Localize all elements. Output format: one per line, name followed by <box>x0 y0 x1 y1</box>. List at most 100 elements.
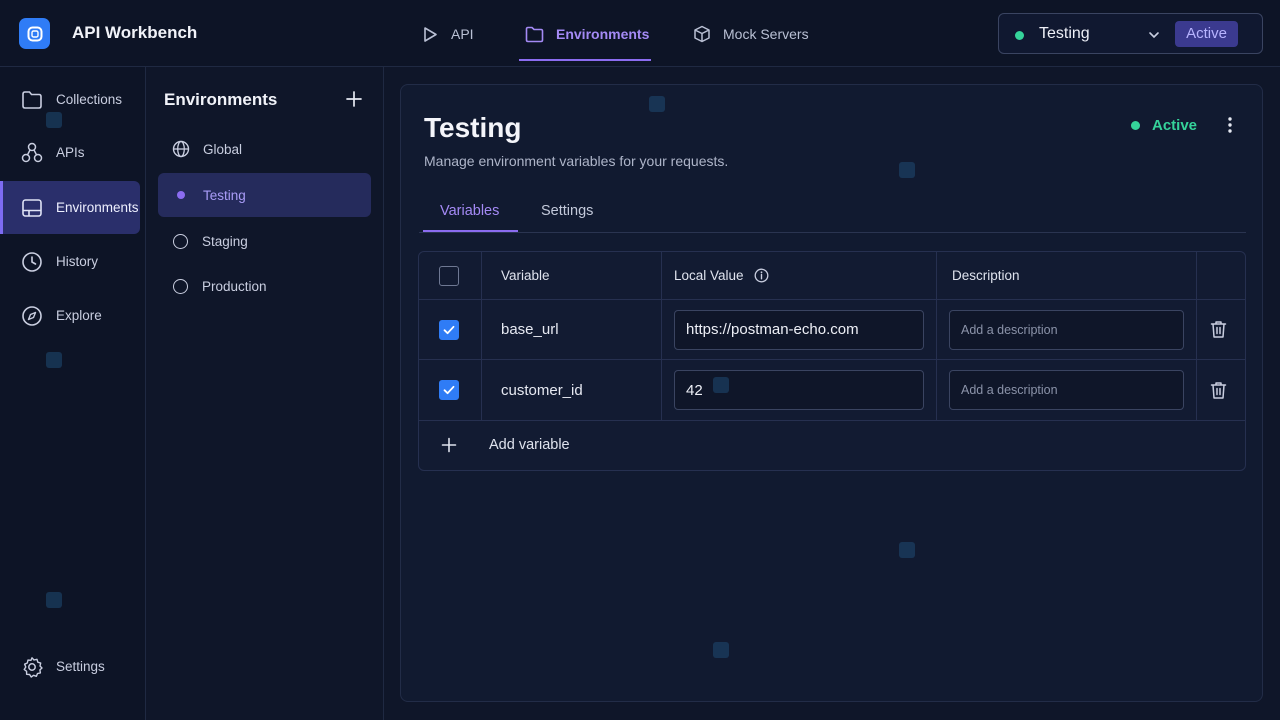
status-badge: Active <box>1175 21 1238 47</box>
topnav-active-indicator <box>519 59 651 61</box>
topnav-api-label: API <box>451 26 474 42</box>
column-divider <box>936 252 937 299</box>
tab-settings[interactable]: Settings <box>541 203 593 219</box>
rail-item-apis[interactable]: APIs <box>0 126 140 179</box>
clock-icon <box>21 251 43 273</box>
local-value-input[interactable]: 42 <box>674 370 924 410</box>
column-divider <box>481 252 482 299</box>
column-divider <box>661 300 662 359</box>
local-value-input[interactable]: https://postman-echo.com <box>674 309 924 350</box>
description-input[interactable]: Add a description <box>949 309 1184 350</box>
header-description: Description <box>952 268 1020 283</box>
watermark-icon <box>649 96 665 112</box>
variable-name[interactable]: customer_id <box>501 360 583 420</box>
row-checkbox[interactable] <box>439 380 459 400</box>
topnav-environments-label: Environments <box>556 26 650 42</box>
environment-status-label: Active <box>1152 117 1198 134</box>
column-divider <box>481 300 482 359</box>
environment-switcher[interactable]: Testing Active <box>998 13 1263 54</box>
rail-item-label: Collections <box>56 92 123 107</box>
rail-item-label: Environments <box>56 200 139 215</box>
watermark-icon <box>713 642 729 658</box>
rail-item-label: APIs <box>56 145 85 160</box>
environments-panel-title: Environments <box>164 90 278 109</box>
folder-icon <box>525 26 544 43</box>
watermark-icon <box>46 592 62 608</box>
more-options-icon[interactable] <box>1221 115 1239 135</box>
topnav-mock-servers-label: Mock Servers <box>723 26 809 42</box>
environment-item-production[interactable]: Production <box>158 264 371 308</box>
topnav-mock-servers[interactable]: Mock Servers <box>693 20 809 48</box>
status-dot-icon <box>1131 121 1140 130</box>
environment-detail-card: Testing Manage environment variables for… <box>400 84 1263 702</box>
variable-name[interactable]: base_url <box>501 300 559 359</box>
environment-item-label: Global <box>203 141 243 157</box>
rail-item-label: Explore <box>56 308 102 323</box>
monitor-icon <box>21 198 43 218</box>
column-divider <box>481 360 482 420</box>
column-divider <box>936 300 937 359</box>
tab-bar: Variables Settings <box>419 193 1246 233</box>
rail-item-label: Settings <box>56 659 105 674</box>
status-dot-icon <box>1015 31 1024 40</box>
environment-item-label: Staging <box>202 233 248 249</box>
top-bar: API Workbench API Environments Mock Serv… <box>0 0 1280 67</box>
rail-item-history[interactable]: History <box>0 235 140 288</box>
environment-item-label: Production <box>202 278 267 294</box>
app-logo-icon[interactable] <box>19 18 50 49</box>
folder-icon <box>21 90 43 110</box>
compass-icon <box>21 305 43 327</box>
rail-item-environments[interactable]: Environments <box>0 181 140 234</box>
check-icon <box>443 325 455 334</box>
tab-variables[interactable]: Variables <box>440 203 499 219</box>
apis-icon <box>21 142 43 164</box>
add-variable-button[interactable]: Add variable <box>441 437 570 453</box>
description-input[interactable]: Add a description <box>949 370 1184 410</box>
column-divider <box>661 360 662 420</box>
environment-item-staging[interactable]: Staging <box>158 219 371 263</box>
header-local-value: Local Value <box>674 252 769 299</box>
check-icon <box>443 385 455 395</box>
topnav-api[interactable]: API <box>422 20 474 48</box>
rail-item-explore[interactable]: Explore <box>0 289 140 342</box>
watermark-icon <box>899 162 915 178</box>
gear-icon <box>21 656 43 678</box>
app-title: API Workbench <box>72 23 198 42</box>
environment-item-testing[interactable]: Testing <box>158 173 371 217</box>
add-environment-icon[interactable] <box>345 90 363 108</box>
rail-item-collections[interactable]: Collections <box>0 73 140 126</box>
page-title: Testing <box>424 112 522 143</box>
watermark-icon <box>46 352 62 368</box>
watermark-icon <box>899 542 915 558</box>
trash-icon[interactable] <box>1210 320 1227 339</box>
environments-panel: Environments Global Testing Staging Prod… <box>146 67 384 720</box>
row-checkbox[interactable] <box>439 319 459 340</box>
tab-active-indicator <box>423 230 518 232</box>
rail-item-settings[interactable]: Settings <box>0 640 140 693</box>
environment-item-global[interactable]: Global <box>158 127 371 171</box>
variables-table: Variable Local Value Description base_ur… <box>418 251 1246 471</box>
topnav-environments[interactable]: Environments <box>525 20 649 48</box>
cube-icon <box>693 25 711 43</box>
header-variable: Variable <box>501 268 550 283</box>
globe-icon <box>172 140 190 158</box>
column-divider <box>1196 300 1197 359</box>
column-divider <box>936 360 937 420</box>
select-all-checkbox[interactable] <box>439 265 459 286</box>
column-divider <box>661 252 662 299</box>
dot-icon <box>177 191 185 199</box>
info-icon[interactable] <box>754 268 769 283</box>
trash-icon[interactable] <box>1210 381 1227 400</box>
column-divider <box>1196 252 1197 299</box>
header-local-value-label: Local Value <box>674 268 744 283</box>
table-row: base_url https://postman-echo.com Add a … <box>419 300 1245 360</box>
left-rail: Collections APIs Environments History Ex… <box>0 67 146 720</box>
environment-switcher-name: Testing <box>1039 25 1090 42</box>
rail-item-label: History <box>56 254 99 269</box>
environment-item-label: Testing <box>203 187 246 203</box>
column-divider <box>1196 360 1197 420</box>
chevron-down-icon <box>1147 28 1161 42</box>
watermark-icon <box>713 377 729 393</box>
add-variable-label: Add variable <box>489 437 570 453</box>
plus-icon <box>441 437 457 453</box>
